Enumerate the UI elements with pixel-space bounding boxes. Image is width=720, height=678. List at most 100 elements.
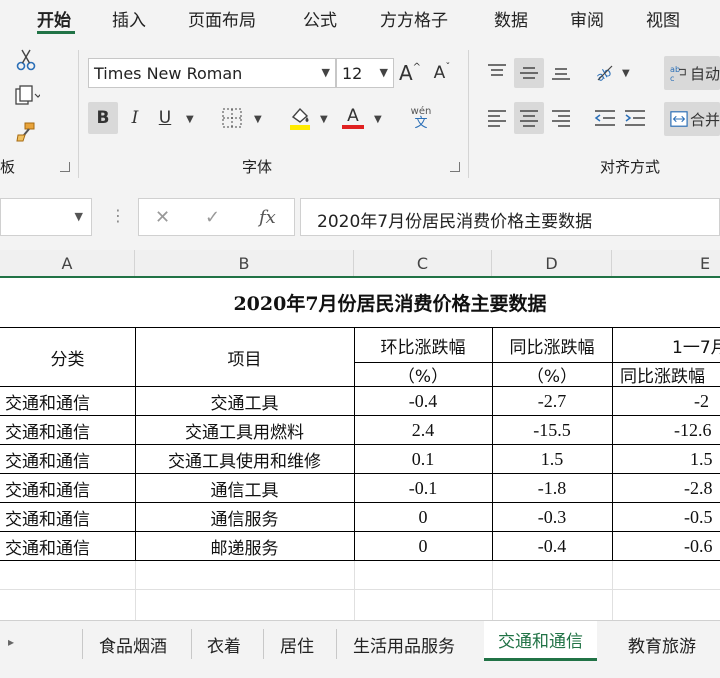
- align-center-icon[interactable]: [514, 102, 544, 134]
- formula-input[interactable]: 2020年7月份居民消费价格主要数据: [300, 198, 720, 236]
- cell-ytd[interactable]: -2: [612, 387, 720, 416]
- header-unit-c[interactable]: （%）: [354, 362, 492, 387]
- more-options-icon[interactable]: ⋮: [110, 206, 126, 225]
- cell-item[interactable]: 邮递服务: [135, 532, 354, 561]
- cut-icon[interactable]: [12, 46, 40, 74]
- align-bottom-icon[interactable]: [548, 58, 574, 86]
- font-launcher-icon[interactable]: [450, 162, 460, 172]
- cell-yoy[interactable]: -0.4: [492, 532, 612, 561]
- increase-indent-icon[interactable]: [622, 104, 648, 132]
- cell-yoy[interactable]: -15.5: [492, 416, 612, 445]
- merge-center-button[interactable]: 合并: [664, 102, 720, 136]
- cell-yoy[interactable]: -2.7: [492, 387, 612, 416]
- sheet-tab-food[interactable]: 食品烟酒: [99, 629, 167, 659]
- cell-item[interactable]: 交通工具使用和维修: [135, 445, 354, 474]
- cell-item[interactable]: 交通工具: [135, 387, 354, 416]
- column-header-e[interactable]: E: [612, 250, 720, 276]
- tab-formulas[interactable]: 公式: [303, 6, 337, 31]
- name-box[interactable]: ▼: [0, 198, 92, 236]
- cell-category[interactable]: 交通和通信: [0, 387, 135, 416]
- cell-yoy[interactable]: -1.8: [492, 474, 612, 503]
- header-yoy[interactable]: 同比涨跌幅: [492, 328, 612, 362]
- header-mom[interactable]: 环比涨跌幅: [354, 328, 492, 362]
- phonetic-guide-button[interactable]: wén 文: [404, 102, 438, 134]
- enter-icon[interactable]: ✓: [205, 207, 220, 228]
- align-left-icon[interactable]: [484, 104, 510, 132]
- cell-ytd[interactable]: -0.5: [612, 503, 720, 532]
- cell-category[interactable]: 交通和通信: [0, 532, 135, 561]
- chevron-down-icon: ▼: [74, 210, 83, 223]
- cell-mom[interactable]: -0.4: [354, 387, 492, 416]
- copy-icon[interactable]: [10, 82, 44, 110]
- cell-category[interactable]: 交通和通信: [0, 474, 135, 503]
- sheet-tab-housing[interactable]: 居住: [280, 629, 314, 659]
- underline-button[interactable]: U: [152, 102, 178, 134]
- sheet-tab-transport[interactable]: 交通和通信: [484, 621, 597, 661]
- tab-data[interactable]: 数据: [494, 6, 528, 31]
- tab-view[interactable]: 视图: [646, 6, 680, 31]
- tab-review[interactable]: 审阅: [570, 6, 604, 31]
- cell-ytd[interactable]: 1.5: [612, 445, 720, 474]
- fill-color-icon[interactable]: [285, 102, 315, 134]
- header-item[interactable]: 项目: [135, 328, 354, 386]
- decrease-indent-icon[interactable]: [592, 104, 618, 132]
- shrink-font-button[interactable]: Aˇ: [430, 58, 454, 88]
- column-header-a[interactable]: A: [0, 250, 135, 276]
- tab-page-layout[interactable]: 页面布局: [188, 6, 256, 31]
- cell-item[interactable]: 通信工具: [135, 474, 354, 503]
- sheet-tab-clothing[interactable]: 衣着: [207, 629, 241, 659]
- cell-yoy[interactable]: -0.3: [492, 503, 612, 532]
- cell-mom[interactable]: -0.1: [354, 474, 492, 503]
- cell-item[interactable]: 交通工具用燃料: [135, 416, 354, 445]
- sheet-tab-household[interactable]: 生活用品服务: [353, 629, 455, 659]
- header-ytd[interactable]: 1一7月: [612, 328, 720, 362]
- cell-ytd[interactable]: -12.6: [612, 416, 720, 445]
- tab-insert[interactable]: 插入: [112, 6, 146, 31]
- format-painter-icon[interactable]: [12, 118, 40, 146]
- bold-button[interactable]: B: [88, 102, 118, 134]
- clipboard-launcher-icon[interactable]: [60, 162, 70, 172]
- chevron-down-icon[interactable]: ▼: [254, 114, 262, 125]
- chevron-down-icon[interactable]: ▼: [186, 114, 194, 125]
- insert-function-icon[interactable]: fx: [259, 207, 276, 228]
- header-unit-d[interactable]: （%）: [492, 362, 612, 387]
- align-right-icon[interactable]: [548, 104, 574, 132]
- header-ytd-sub[interactable]: 同比涨跌幅: [612, 362, 720, 387]
- chevron-down-icon[interactable]: ▼: [374, 114, 382, 125]
- cell-yoy[interactable]: 1.5: [492, 445, 612, 474]
- font-name-combo[interactable]: Times New Roman ▼: [88, 58, 336, 88]
- cell-item[interactable]: 通信服务: [135, 503, 354, 532]
- cancel-icon[interactable]: ✕: [155, 207, 170, 228]
- cell-ytd[interactable]: -2.8: [612, 474, 720, 503]
- header-category[interactable]: 分类: [0, 328, 135, 386]
- align-top-icon[interactable]: [484, 58, 510, 86]
- worksheet-grid[interactable]: 2020年7月份居民消费价格主要数据 分类 项目 环比涨跌幅 同比涨跌幅 1一7…: [0, 278, 720, 620]
- cell-mom[interactable]: 0: [354, 532, 492, 561]
- orientation-icon[interactable]: ab: [592, 58, 618, 86]
- cell-category[interactable]: 交通和通信: [0, 445, 135, 474]
- borders-icon[interactable]: [218, 104, 246, 132]
- scroll-tabs-right-icon[interactable]: ▸: [8, 635, 14, 649]
- font-color-button[interactable]: A: [338, 102, 368, 134]
- cell-ytd[interactable]: -0.6: [612, 532, 720, 561]
- cell-category[interactable]: 交通和通信: [0, 503, 135, 532]
- cell-category[interactable]: 交通和通信: [0, 416, 135, 445]
- grow-font-button[interactable]: A ^: [398, 58, 422, 88]
- tab-fangfang[interactable]: 方方格子: [380, 6, 448, 31]
- italic-button[interactable]: I: [122, 102, 148, 134]
- column-header-b[interactable]: B: [135, 250, 354, 276]
- column-header-d[interactable]: D: [492, 250, 612, 276]
- cell-mom[interactable]: 0: [354, 503, 492, 532]
- sheet-tab-education[interactable]: 教育旅游: [628, 629, 696, 659]
- column-header-c[interactable]: C: [354, 250, 492, 276]
- sheet-title-cell[interactable]: 2020年7月份居民消费价格主要数据: [0, 278, 720, 326]
- wrap-text-button[interactable]: ab c 自动: [664, 56, 720, 90]
- column-headers: A B C D E: [0, 250, 720, 278]
- cell-mom[interactable]: 0.1: [354, 445, 492, 474]
- font-size-combo[interactable]: 12 ▼: [336, 58, 394, 88]
- cell-mom[interactable]: 2.4: [354, 416, 492, 445]
- tab-home[interactable]: 开始: [37, 6, 71, 31]
- align-middle-icon[interactable]: [514, 58, 544, 88]
- chevron-down-icon[interactable]: ▼: [622, 68, 630, 79]
- chevron-down-icon[interactable]: ▼: [320, 114, 328, 125]
